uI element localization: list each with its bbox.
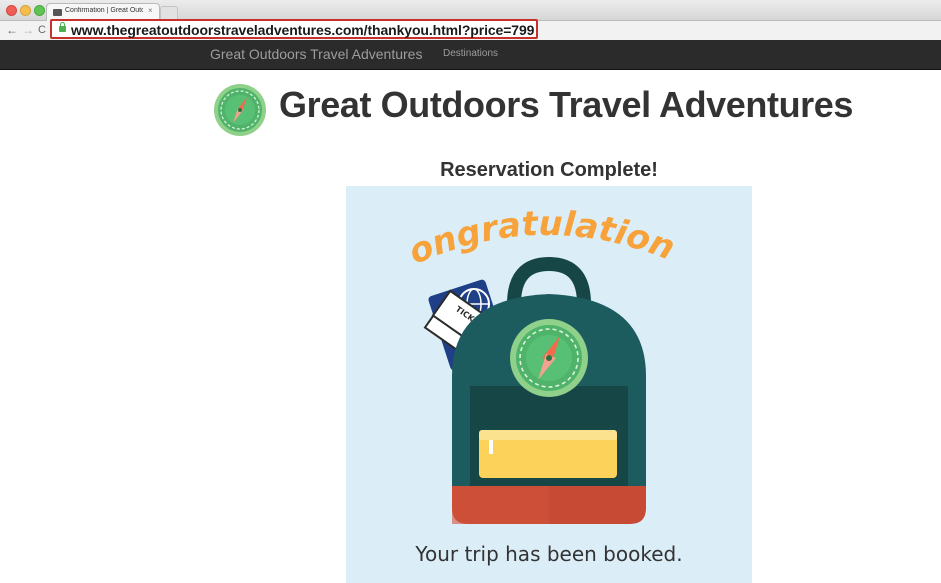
page-title: Great Outdoors Travel Adventures (279, 84, 854, 125)
url-text[interactable]: www.thegreatoutdoorstraveladventures.com… (71, 22, 534, 38)
tab-close-icon[interactable]: × (148, 6, 153, 15)
congratulations-illustration: Congratulations! TICKET Your trip has be… (346, 186, 752, 583)
close-window-button[interactable] (6, 5, 17, 16)
forward-arrow-icon[interactable]: → (22, 22, 34, 38)
back-arrow-icon[interactable]: ← (6, 22, 18, 38)
lock-icon (59, 22, 66, 32)
site-navbar: Great Outdoors Travel Adventures Destina… (0, 40, 941, 70)
new-tab-button[interactable] (160, 6, 178, 19)
reload-icon[interactable]: C (38, 22, 46, 38)
destinations-link[interactable]: Destinations (443, 48, 498, 59)
folder-icon (53, 9, 62, 16)
address-bar[interactable]: www.thegreatoutdoorstraveladventures.com… (50, 19, 538, 39)
compass-logo-icon (214, 84, 266, 136)
reservation-heading: Reservation Complete! (440, 159, 658, 181)
minimize-window-button[interactable] (20, 5, 31, 16)
navbar-brand-link[interactable]: Great Outdoors Travel Adventures (210, 46, 422, 62)
booked-caption: Your trip has been booked. (414, 542, 682, 566)
zoom-window-button[interactable] (34, 5, 45, 16)
backpack-icon (452, 294, 646, 524)
tab-title: Confirmation | Great Outd (65, 7, 143, 14)
browser-titlebar: Confirmation | Great Outd × (0, 0, 941, 21)
